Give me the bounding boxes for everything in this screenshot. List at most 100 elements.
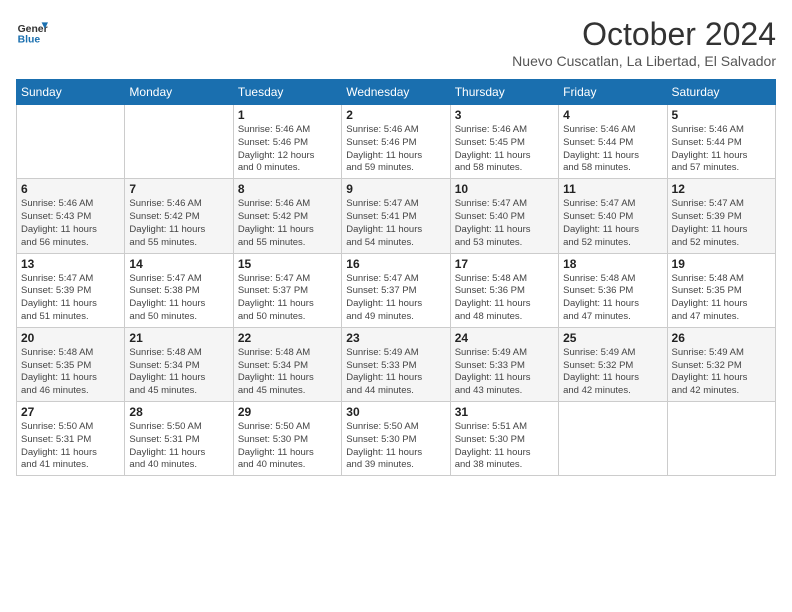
- calendar-cell: [667, 402, 775, 476]
- calendar-cell: 16 Sunrise: 5:47 AMSunset: 5:37 PMDayligh…: [342, 253, 450, 327]
- calendar-header-row: SundayMondayTuesdayWednesdayThursdayFrid…: [17, 80, 776, 105]
- day-number: 6: [21, 182, 120, 196]
- day-number: 17: [455, 257, 554, 271]
- day-number: 19: [672, 257, 771, 271]
- col-header-tuesday: Tuesday: [233, 80, 341, 105]
- day-number: 18: [563, 257, 662, 271]
- day-info: Sunrise: 5:48 AMSunset: 5:36 PMDaylight:…: [455, 273, 554, 324]
- day-number: 24: [455, 331, 554, 345]
- calendar-cell: 28Sunrise: 5:50 AMSunset: 5:31 PMDayligh…: [125, 402, 233, 476]
- col-header-thursday: Thursday: [450, 80, 558, 105]
- day-info: Sunrise: 5:46 AMSunset: 5:46 PMDaylight:…: [346, 124, 445, 175]
- calendar-cell: 20 Sunrise: 5:48 AMSunset: 5:35 PMDayligh…: [17, 327, 125, 401]
- day-info: Sunrise: 5:48 AMSunset: 5:35 PMDaylight:…: [672, 273, 771, 324]
- day-info: Sunrise: 5:47 AMSunset: 5:39 PMDaylight:…: [672, 198, 771, 249]
- col-header-sunday: Sunday: [17, 80, 125, 105]
- day-number: 11: [563, 182, 662, 196]
- day-number: 7: [129, 182, 228, 196]
- day-number: 26: [672, 331, 771, 345]
- day-number: 20: [21, 331, 120, 345]
- location: Nuevo Cuscatlan, La Libertad, El Salvado…: [512, 53, 776, 69]
- week-row-4: 20 Sunrise: 5:48 AMSunset: 5:35 PMDayligh…: [17, 327, 776, 401]
- calendar-cell: 12Sunrise: 5:47 AMSunset: 5:39 PMDayligh…: [667, 179, 775, 253]
- week-row-3: 13 Sunrise: 5:47 AMSunset: 5:39 PMDayligh…: [17, 253, 776, 327]
- day-number: 30: [346, 405, 445, 419]
- calendar-cell: 25Sunrise: 5:49 AMSunset: 5:32 PMDayligh…: [559, 327, 667, 401]
- day-info: Sunrise: 5:50 AMSunset: 5:31 PMDaylight:…: [21, 421, 120, 472]
- day-info: Sunrise: 5:46 AMSunset: 5:44 PMDaylight:…: [563, 124, 662, 175]
- day-info: Sunrise: 5:46 AMSunset: 5:42 PMDaylight:…: [129, 198, 228, 249]
- day-number: 14: [129, 257, 228, 271]
- day-info: Sunrise: 5:48 AMSunset: 5:35 PMDaylight:…: [21, 347, 120, 398]
- calendar-cell: 2 Sunrise: 5:46 AMSunset: 5:46 PMDaylight…: [342, 105, 450, 179]
- day-info: Sunrise: 5:49 AMSunset: 5:32 PMDaylight:…: [672, 347, 771, 398]
- day-info: Sunrise: 5:50 AMSunset: 5:30 PMDaylight:…: [346, 421, 445, 472]
- calendar-cell: [17, 105, 125, 179]
- col-header-saturday: Saturday: [667, 80, 775, 105]
- day-info: Sunrise: 5:49 AMSunset: 5:33 PMDaylight:…: [455, 347, 554, 398]
- calendar-cell: 15 Sunrise: 5:47 AMSunset: 5:37 PMDayligh…: [233, 253, 341, 327]
- calendar-cell: 29 Sunrise: 5:50 AMSunset: 5:30 PMDayligh…: [233, 402, 341, 476]
- day-info: Sunrise: 5:51 AMSunset: 5:30 PMDaylight:…: [455, 421, 554, 472]
- day-info: Sunrise: 5:47 AMSunset: 5:41 PMDaylight:…: [346, 198, 445, 249]
- calendar-cell: 30 Sunrise: 5:50 AMSunset: 5:30 PMDayligh…: [342, 402, 450, 476]
- day-number: 5: [672, 108, 771, 122]
- day-number: 13: [21, 257, 120, 271]
- day-number: 29: [238, 405, 337, 419]
- day-info: Sunrise: 5:46 AMSunset: 5:43 PMDaylight:…: [21, 198, 120, 249]
- day-info: Sunrise: 5:47 AMSunset: 5:40 PMDaylight:…: [455, 198, 554, 249]
- day-info: Sunrise: 5:48 AMSunset: 5:34 PMDaylight:…: [238, 347, 337, 398]
- calendar-cell: 22Sunrise: 5:48 AMSunset: 5:34 PMDayligh…: [233, 327, 341, 401]
- day-number: 23: [346, 331, 445, 345]
- day-number: 31: [455, 405, 554, 419]
- calendar-table: SundayMondayTuesdayWednesdayThursdayFrid…: [16, 79, 776, 476]
- col-header-wednesday: Wednesday: [342, 80, 450, 105]
- day-number: 3: [455, 108, 554, 122]
- day-number: 16: [346, 257, 445, 271]
- calendar-cell: [559, 402, 667, 476]
- calendar-cell: 3 Sunrise: 5:46 AMSunset: 5:45 PMDaylight…: [450, 105, 558, 179]
- day-info: Sunrise: 5:50 AMSunset: 5:30 PMDaylight:…: [238, 421, 337, 472]
- week-row-5: 27 Sunrise: 5:50 AMSunset: 5:31 PMDayligh…: [17, 402, 776, 476]
- day-number: 8: [238, 182, 337, 196]
- day-number: 15: [238, 257, 337, 271]
- calendar-cell: 19 Sunrise: 5:48 AMSunset: 5:35 PMDayligh…: [667, 253, 775, 327]
- calendar-cell: 27 Sunrise: 5:50 AMSunset: 5:31 PMDayligh…: [17, 402, 125, 476]
- day-info: Sunrise: 5:46 AMSunset: 5:46 PMDaylight:…: [238, 124, 337, 175]
- calendar-cell: 23 Sunrise: 5:49 AMSunset: 5:33 PMDayligh…: [342, 327, 450, 401]
- calendar-cell: 21 Sunrise: 5:48 AMSunset: 5:34 PMDayligh…: [125, 327, 233, 401]
- calendar-cell: 18Sunrise: 5:48 AMSunset: 5:36 PMDayligh…: [559, 253, 667, 327]
- calendar-cell: 31 Sunrise: 5:51 AMSunset: 5:30 PMDayligh…: [450, 402, 558, 476]
- calendar-cell: 17 Sunrise: 5:48 AMSunset: 5:36 PMDayligh…: [450, 253, 558, 327]
- calendar-cell: 9 Sunrise: 5:47 AMSunset: 5:41 PMDaylight…: [342, 179, 450, 253]
- day-number: 27: [21, 405, 120, 419]
- day-number: 10: [455, 182, 554, 196]
- day-info: Sunrise: 5:49 AMSunset: 5:32 PMDaylight:…: [563, 347, 662, 398]
- calendar-cell: 13 Sunrise: 5:47 AMSunset: 5:39 PMDayligh…: [17, 253, 125, 327]
- day-number: 2: [346, 108, 445, 122]
- day-info: Sunrise: 5:46 AMSunset: 5:45 PMDaylight:…: [455, 124, 554, 175]
- logo: General Blue: [16, 16, 48, 48]
- day-info: Sunrise: 5:46 AMSunset: 5:44 PMDaylight:…: [672, 124, 771, 175]
- logo-icon: General Blue: [16, 16, 48, 48]
- calendar-cell: 11 Sunrise: 5:47 AMSunset: 5:40 PMDayligh…: [559, 179, 667, 253]
- day-number: 21: [129, 331, 228, 345]
- day-info: Sunrise: 5:47 AMSunset: 5:37 PMDaylight:…: [238, 273, 337, 324]
- day-info: Sunrise: 5:47 AMSunset: 5:39 PMDaylight:…: [21, 273, 120, 324]
- day-info: Sunrise: 5:47 AMSunset: 5:40 PMDaylight:…: [563, 198, 662, 249]
- calendar-cell: 4 Sunrise: 5:46 AMSunset: 5:44 PMDaylight…: [559, 105, 667, 179]
- col-header-monday: Monday: [125, 80, 233, 105]
- day-info: Sunrise: 5:47 AMSunset: 5:37 PMDaylight:…: [346, 273, 445, 324]
- calendar-cell: 8Sunrise: 5:46 AMSunset: 5:42 PMDaylight…: [233, 179, 341, 253]
- calendar-cell: [125, 105, 233, 179]
- day-number: 9: [346, 182, 445, 196]
- calendar-cell: 6 Sunrise: 5:46 AMSunset: 5:43 PMDaylight…: [17, 179, 125, 253]
- day-info: Sunrise: 5:49 AMSunset: 5:33 PMDaylight:…: [346, 347, 445, 398]
- day-info: Sunrise: 5:50 AMSunset: 5:31 PMDaylight:…: [129, 421, 228, 472]
- svg-text:Blue: Blue: [18, 34, 41, 45]
- calendar-cell: 10 Sunrise: 5:47 AMSunset: 5:40 PMDayligh…: [450, 179, 558, 253]
- page-header: General Blue October 2024 Nuevo Cuscatla…: [16, 16, 776, 69]
- day-number: 4: [563, 108, 662, 122]
- day-info: Sunrise: 5:48 AMSunset: 5:34 PMDaylight:…: [129, 347, 228, 398]
- week-row-1: 1Sunrise: 5:46 AMSunset: 5:46 PMDaylight…: [17, 105, 776, 179]
